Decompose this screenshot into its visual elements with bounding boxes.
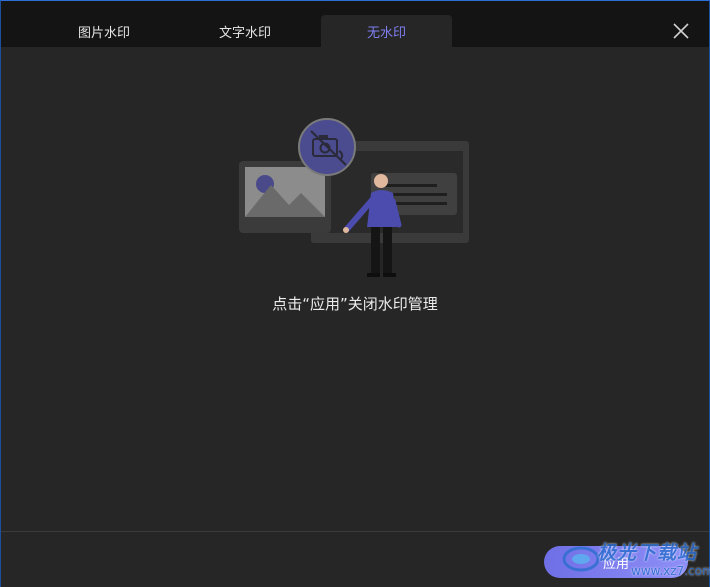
watermark-dialog: 图片水印 文字水印 无水印 点击“应用”关闭水印管理 应用 极光下载站 www.… — [0, 0, 710, 587]
tab-text-watermark[interactable]: 文字水印 — [186, 15, 304, 47]
tab-bar: 图片水印 文字水印 无水印 — [1, 1, 709, 47]
footer-divider — [1, 531, 709, 532]
no-camera-icon — [298, 118, 356, 176]
close-button[interactable] — [669, 19, 693, 43]
apply-button[interactable]: 应用 — [544, 546, 688, 578]
tab-no-watermark[interactable]: 无水印 — [321, 15, 452, 47]
tab-image-watermark[interactable]: 图片水印 — [45, 15, 163, 47]
instruction-text: 点击“应用”关闭水印管理 — [272, 295, 438, 313]
no-watermark-illustration — [239, 118, 469, 277]
close-icon — [673, 23, 689, 39]
